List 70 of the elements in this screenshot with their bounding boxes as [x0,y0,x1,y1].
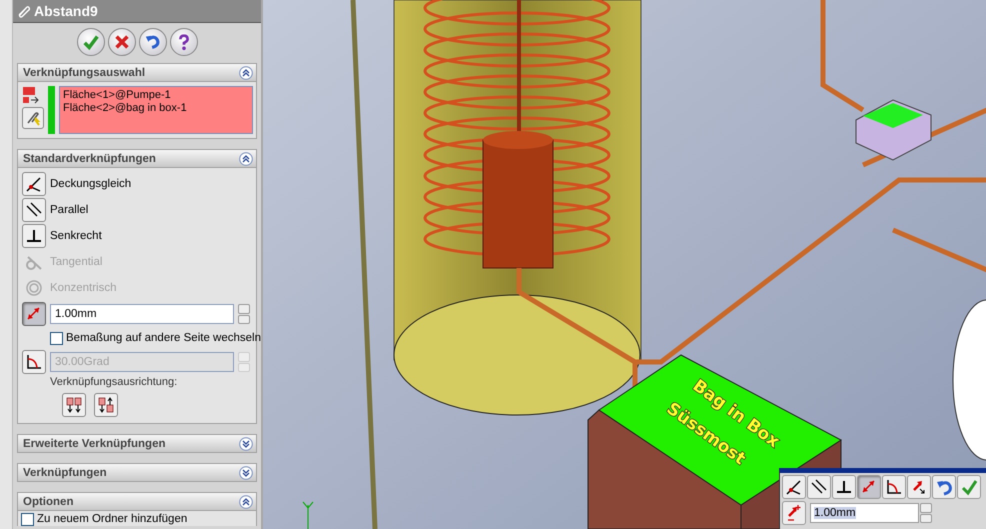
face-selection-icon [22,86,40,104]
coincident-icon [785,478,803,496]
perpendicular-icon [25,227,43,245]
panel-title: Abstand9 [34,3,98,19]
section-title: Verknüpfungen [23,466,107,478]
parallel-button[interactable] [807,475,831,499]
aligned-icon [65,396,83,414]
chevron-icon [239,466,253,480]
parallel-mate-button[interactable] [22,198,46,222]
mate-label: Konzentrisch [50,282,116,294]
section-header[interactable]: Standardverknüpfungen [18,150,256,167]
angle-button[interactable] [882,475,906,499]
coincident-mate-button[interactable] [22,172,46,196]
anti-aligned-button[interactable] [94,393,118,417]
mate-label: Senkrecht [50,230,102,242]
distance-value-field[interactable]: 1.00mm [810,503,919,523]
section-title: Erweiterte Verknüpfungen [23,438,166,450]
chevron-icon [239,66,253,80]
aligned-button[interactable] [62,393,86,417]
concentric-icon [25,279,43,297]
perpendicular-button[interactable] [832,475,856,499]
mate-label: Deckungsgleich [50,178,132,190]
paperclip-icon [17,4,30,18]
distance-field[interactable]: 1.00mm [50,304,234,324]
section-header[interactable]: Erweiterte Verknüpfungen [18,435,256,452]
mate-label: Tangential [50,256,102,268]
chevron-icon [239,494,253,508]
close-icon [112,33,130,51]
undo-icon [935,478,953,496]
section-title: Optionen [23,496,74,508]
undo-icon [144,33,162,51]
flip-arrow-icon [785,504,803,522]
perpendicular-icon [835,478,853,496]
coincident-button[interactable] [782,475,806,499]
status-bar-indicator [48,86,55,134]
ok-button[interactable] [76,28,104,56]
help-button[interactable] [170,28,198,56]
coincident-icon [25,175,43,193]
chevron-icon [239,436,253,450]
selected-face[interactable]: Fläche<2>@bag in box-1 [63,102,249,115]
alignment-label: Verknüpfungsausrichtung: [49,375,178,389]
paperclip-bolt-button[interactable] [22,107,44,129]
checkbox[interactable] [21,513,34,526]
section-title: Standardverknüpfungen [23,152,156,164]
checkbox-label: Bemaßung auf andere Seite wechseln [66,332,261,344]
angle-mate-button[interactable] [22,350,46,374]
checkmark-icon [960,478,978,496]
checkbox-label: Zu neuem Ordner hinzufügen [37,513,188,525]
perpendicular-mate-button[interactable] [22,224,46,248]
section-title: Verknüpfungsauswahl [23,66,146,78]
checkbox[interactable] [50,332,63,344]
angle-icon [25,353,43,371]
ok-button[interactable] [957,475,981,499]
parallel-icon [25,201,43,219]
parallel-icon [810,478,828,496]
mate-label: Parallel [50,204,88,216]
distance-mate-button[interactable] [22,302,46,326]
anti-aligned-icon [97,396,115,414]
section-header[interactable]: Optionen [18,493,256,510]
selected-face[interactable]: Fläche<1>@Pumpe-1 [63,89,249,102]
section-header[interactable]: Verknüpfungen [18,464,256,481]
chevron-icon [239,152,253,166]
checkmark-icon [82,33,100,51]
section-header[interactable]: Verknüpfungsauswahl [18,64,256,81]
angle-icon [885,478,903,496]
cancel-button[interactable] [108,28,136,56]
undo-button[interactable] [932,475,956,499]
undo-button[interactable] [138,28,166,56]
selection-list[interactable]: Fläche<1>@Pumpe-1 Fläche<2>@bag in box-1 [59,86,253,134]
flip-direction-button[interactable] [782,501,806,525]
